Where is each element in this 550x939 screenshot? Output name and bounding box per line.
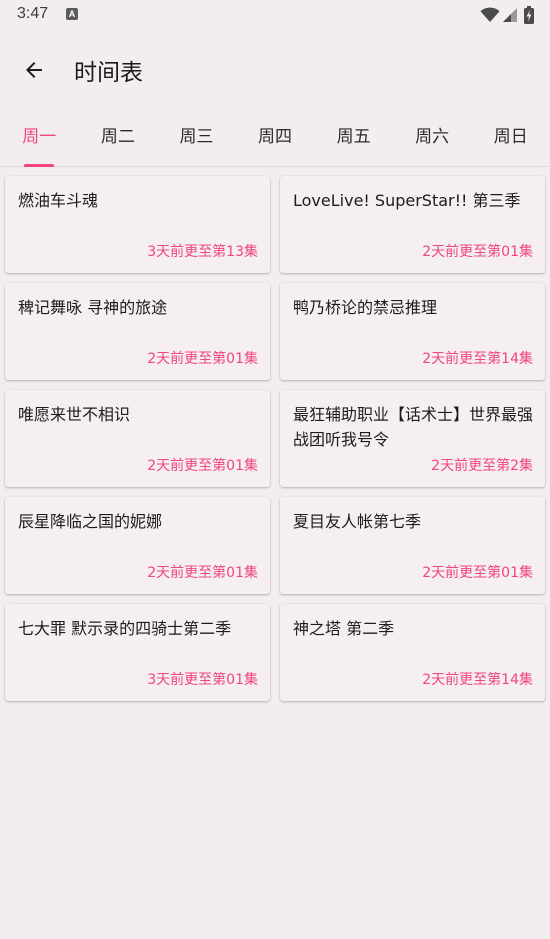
tab-monday[interactable]: 周一 — [0, 112, 79, 167]
anime-title: 稗记舞咏 寻神的旅途 — [18, 298, 168, 317]
tab-indicator — [24, 164, 55, 167]
tab-label: 周日 — [493, 127, 528, 147]
anime-title: 最狂辅助职业【话术士】世界最强战团听我号令 — [293, 405, 534, 449]
anime-card[interactable]: 七大罪 默示录的四骑士第二季 3天前更至第01集 — [5, 604, 270, 701]
update-status: 2天前更至第2集 — [431, 458, 533, 474]
anime-title: 神之塔 第二季 — [293, 619, 395, 638]
tab-label: 周二 — [100, 127, 135, 147]
anime-card[interactable]: 唯愿来世不相识 2天前更至第01集 — [5, 390, 270, 487]
tab-label: 周三 — [179, 127, 214, 147]
anime-title: 七大罪 默示录的四骑士第二季 — [18, 619, 232, 638]
anime-title: 燃油车斗魂 — [18, 191, 99, 210]
update-status: 2天前更至第01集 — [147, 351, 258, 367]
anime-title: 唯愿来世不相识 — [18, 405, 131, 424]
anime-title: 夏目友人帐第七季 — [293, 512, 422, 531]
arrow-left-icon — [26, 62, 42, 78]
update-status: 3天前更至第01集 — [147, 672, 258, 688]
anime-card[interactable]: 鸭乃桥论的禁忌推理 2天前更至第14集 — [280, 283, 545, 380]
update-status: 2天前更至第14集 — [422, 672, 533, 688]
anime-card[interactable]: 燃油车斗魂 3天前更至第13集 — [5, 176, 270, 273]
update-status: 2天前更至第01集 — [422, 565, 533, 581]
tab-wednesday[interactable]: 周三 — [157, 112, 236, 166]
anime-card[interactable]: 夏目友人帐第七季 2天前更至第01集 — [280, 497, 545, 594]
tab-sunday[interactable]: 周日 — [471, 112, 550, 166]
a-notification-icon: A — [66, 8, 78, 20]
tab-saturday[interactable]: 周六 — [393, 112, 472, 166]
status-icons — [480, 6, 534, 24]
tab-label: 周六 — [415, 127, 450, 147]
tab-label: 周五 — [336, 127, 371, 147]
wifi-icon — [480, 7, 500, 22]
battery-icon — [524, 6, 534, 24]
anime-card[interactable]: 辰星降临之国的妮娜 2天前更至第01集 — [5, 497, 270, 594]
tab-friday[interactable]: 周五 — [314, 112, 393, 166]
anime-title: 辰星降临之国的妮娜 — [18, 512, 163, 531]
tab-tuesday[interactable]: 周二 — [79, 112, 158, 166]
anime-card[interactable]: 神之塔 第二季 2天前更至第14集 — [280, 604, 545, 701]
schedule-grid: 燃油车斗魂 3天前更至第13集 LoveLive! SuperStar!! 第三… — [5, 176, 545, 701]
anime-card[interactable]: LoveLive! SuperStar!! 第三季 2天前更至第01集 — [280, 176, 545, 273]
anime-title: LoveLive! SuperStar!! 第三季 — [293, 191, 521, 210]
anime-title: 鸭乃桥论的禁忌推理 — [293, 298, 438, 317]
signal-icon — [503, 8, 517, 22]
tab-label: 周一 — [22, 127, 57, 147]
status-bar: 3:47 A — [0, 0, 550, 30]
app-bar: 时间表 — [0, 40, 550, 100]
update-status: 3天前更至第13集 — [147, 244, 258, 260]
tab-label: 周四 — [258, 127, 293, 147]
status-time: 3:47 — [17, 5, 49, 22]
update-status: 2天前更至第01集 — [147, 565, 258, 581]
update-status: 2天前更至第14集 — [422, 351, 533, 367]
weekday-tabs: 周一 周二 周三 周四 周五 周六 周日 — [0, 112, 550, 167]
update-status: 2天前更至第01集 — [147, 458, 258, 474]
anime-card[interactable]: 最狂辅助职业【话术士】世界最强战团听我号令 2天前更至第2集 — [280, 390, 545, 487]
back-button[interactable] — [18, 54, 50, 86]
update-status: 2天前更至第01集 — [422, 244, 533, 260]
anime-card[interactable]: 稗记舞咏 寻神的旅途 2天前更至第01集 — [5, 283, 270, 380]
tab-thursday[interactable]: 周四 — [236, 112, 315, 166]
page-title: 时间表 — [74, 60, 143, 86]
